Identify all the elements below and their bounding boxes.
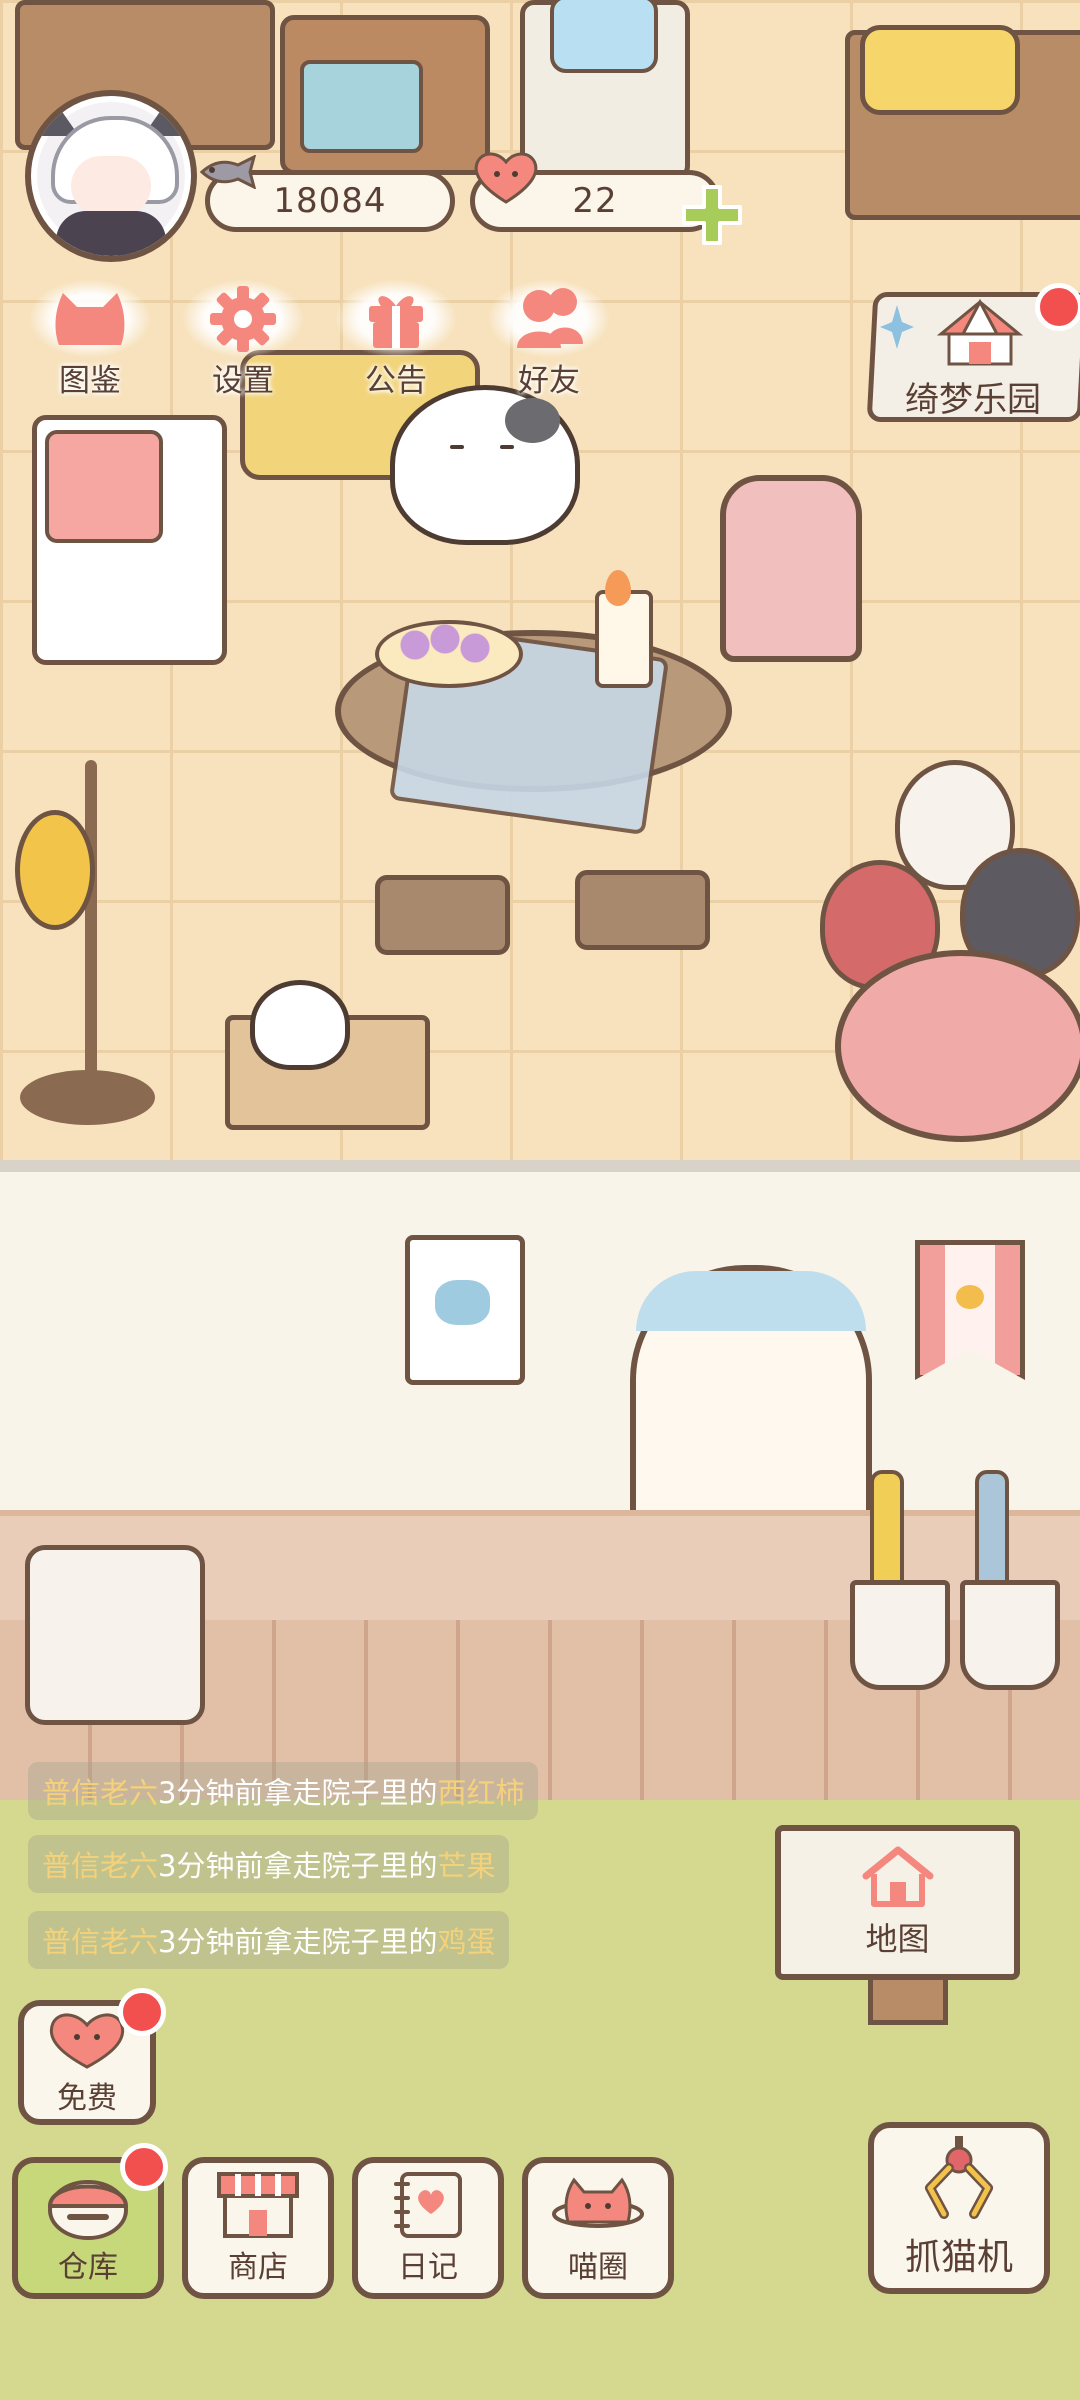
add-currency-plus-icon[interactable] — [680, 183, 744, 247]
menu-friends-label: 好友 — [518, 363, 580, 399]
nav-diary-label: 日记 — [398, 2250, 458, 2285]
feed-text: 3分钟前拿走院子里的 — [158, 1849, 438, 1883]
coat-rack — [85, 760, 97, 1090]
nav-catcircle-label: 喵圈 — [568, 2250, 628, 2285]
free-notification-dot — [118, 1988, 166, 2036]
gear-icon — [210, 285, 276, 352]
feed-item: 西红柿 — [437, 1776, 525, 1810]
heart-icon — [474, 152, 538, 204]
feed-item: 鸡蛋 — [437, 1925, 496, 1959]
menu-catalog-label: 图鉴 — [59, 363, 121, 399]
nav-shop-button[interactable]: 商店 — [182, 2157, 334, 2299]
heart-icon — [49, 2013, 125, 2069]
menu-friends-button[interactable]: 好友 — [489, 280, 609, 400]
map-button[interactable]: 地图 — [775, 1825, 1020, 1980]
free-label: 免费 — [57, 2080, 117, 2116]
feed-text: 3分钟前拿走院子里的 — [158, 1925, 438, 1959]
grapes — [395, 615, 495, 675]
candle — [595, 590, 653, 688]
feed-text: 3分钟前拿走院子里的 — [158, 1776, 438, 1810]
park-notification-dot — [1035, 283, 1080, 331]
nav-shop-label: 商店 — [228, 2250, 288, 2285]
cat-planet-icon — [552, 2177, 644, 2228]
dream-park-label: 绮梦乐园 — [905, 380, 1041, 420]
candle-flame — [605, 570, 631, 606]
sparkle-icon — [880, 305, 914, 349]
armchair — [720, 475, 862, 662]
player-avatar[interactable] — [25, 90, 197, 262]
nav-storage-label: 仓库 — [58, 2250, 118, 2285]
nav-catcircle-button[interactable]: 喵圈 — [522, 2157, 674, 2299]
stool-left — [375, 875, 510, 955]
stool-right — [575, 870, 710, 950]
bean-bag — [835, 950, 1080, 1142]
nav-diary-button[interactable]: 日记 — [352, 2157, 504, 2299]
heart-count: 22 — [572, 181, 618, 221]
wall-heater — [25, 1545, 205, 1725]
feed-actor: 普信老六 — [42, 1776, 159, 1810]
fish-count: 18084 — [273, 181, 387, 221]
claw-machine-label: 抓猫机 — [904, 2237, 1013, 2278]
cat-head-icon — [55, 292, 125, 345]
diary-icon — [394, 2172, 462, 2238]
activity-feed-item: 普信老六 3分钟前拿走院子里的 芒果 — [28, 1835, 510, 1893]
map-label: 地图 — [865, 1919, 930, 1958]
feed-actor: 普信老六 — [42, 1925, 159, 1959]
storage-notification-dot — [120, 2143, 168, 2191]
claw-icon — [925, 2136, 993, 2219]
gift-icon — [369, 295, 423, 348]
circus-tent-icon — [936, 298, 1024, 366]
fish-icon — [199, 155, 257, 189]
storage-icon — [47, 2180, 129, 2240]
hanging-cat-poster — [405, 1235, 525, 1385]
feed-item: 芒果 — [437, 1849, 496, 1883]
activity-feed-item: 普信老六 3分钟前拿走院子里的 鸡蛋 — [28, 1911, 510, 1969]
umbrella-pot-right — [960, 1580, 1060, 1690]
feed-actor: 普信老六 — [42, 1849, 159, 1883]
house-icon — [862, 1846, 933, 1907]
menu-announcement-button[interactable]: 公告 — [336, 280, 456, 400]
claw-machine-button[interactable]: 抓猫机 — [868, 2122, 1050, 2294]
umbrella-pot-left — [850, 1580, 950, 1690]
menu-settings-label: 设置 — [212, 363, 274, 399]
water-cooler[interactable] — [520, 0, 690, 180]
straw-hat — [15, 810, 95, 930]
menu-settings-button[interactable]: 设置 — [183, 280, 303, 400]
cat-kitten-in-box[interactable] — [250, 980, 350, 1070]
menu-catalog-button[interactable]: 图鉴 — [30, 280, 150, 400]
cat-calico-on-chair[interactable] — [390, 385, 580, 545]
telephone[interactable] — [860, 25, 1020, 115]
calendar-board[interactable] — [32, 415, 227, 665]
shop-icon — [217, 2172, 299, 2238]
activity-feed-item: 普信老六 3分钟前拿走院子里的 西红柿 — [28, 1762, 539, 1820]
menu-announcement-label: 公告 — [365, 363, 427, 399]
coat-rack-base — [20, 1070, 155, 1125]
friends-icon — [517, 287, 583, 348]
television[interactable] — [280, 15, 490, 175]
